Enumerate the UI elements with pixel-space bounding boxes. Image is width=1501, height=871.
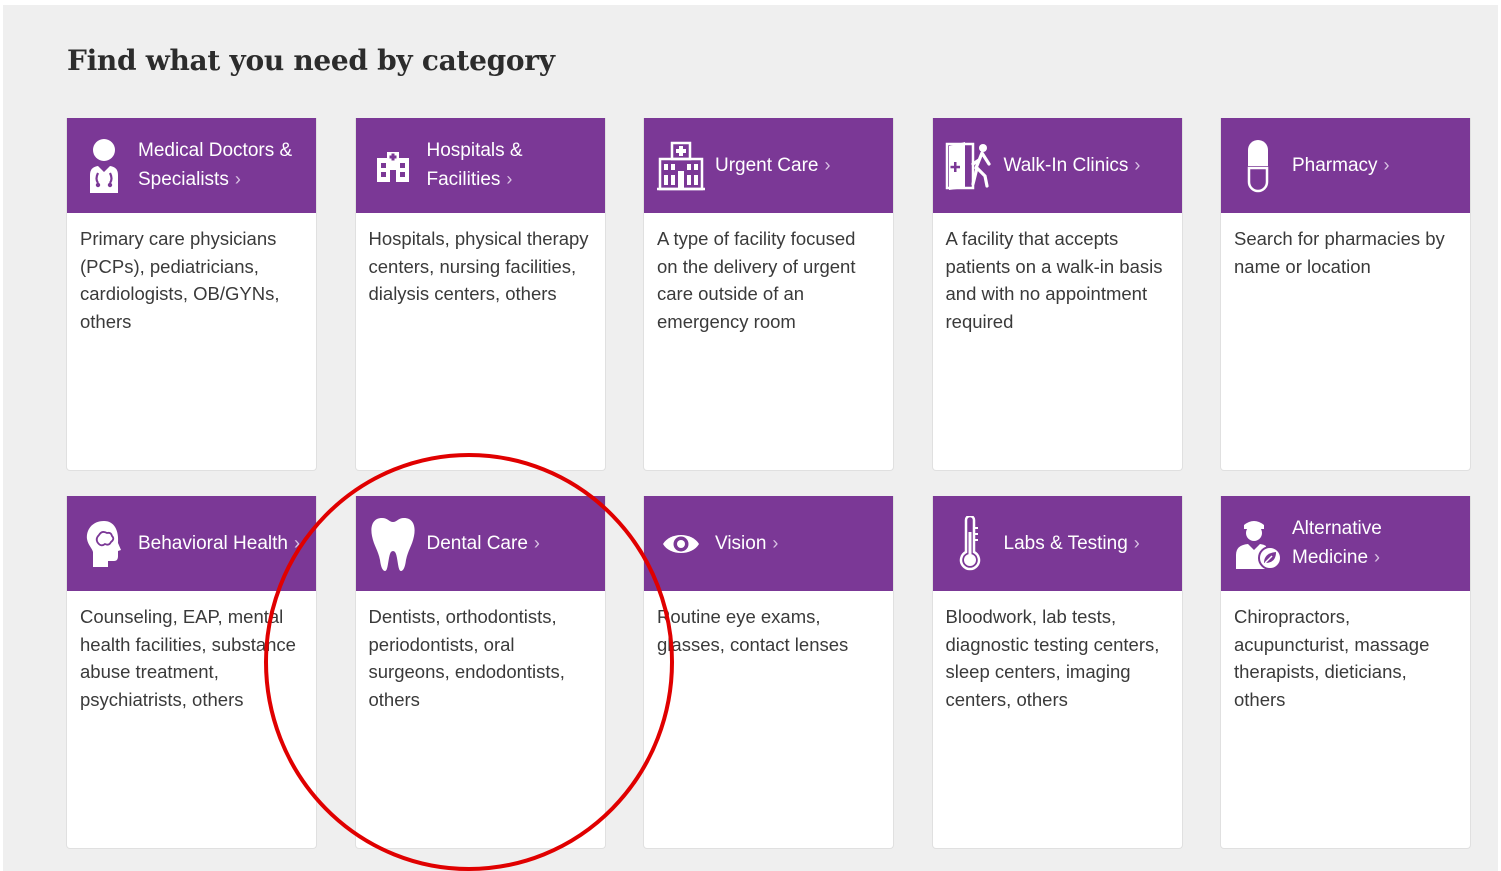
category-card-behavioral-health[interactable]: Behavioral Health › Counseling, EAP, ment…	[66, 496, 317, 849]
card-description: A type of facility focused on the delive…	[657, 228, 856, 332]
card-title[interactable]: Urgent Care ›	[715, 151, 831, 180]
tooth-icon	[368, 515, 418, 573]
card-description: Hospitals, physical therapy centers, nur…	[368, 228, 589, 304]
card-header[interactable]: Medical Doctors & Specialists ›	[67, 118, 316, 213]
chevron-right-icon: ›	[1133, 533, 1140, 553]
chevron-right-icon: ›	[533, 533, 540, 553]
card-header[interactable]: Labs & Testing ›	[932, 496, 1182, 591]
card-header[interactable]: Dental Care ›	[355, 496, 605, 591]
card-title[interactable]: Medical Doctors & Specialists ›	[138, 137, 306, 194]
card-description: Search for pharmacies by name or locatio…	[1234, 228, 1445, 277]
chevron-right-icon: ›	[293, 533, 300, 553]
category-card-urgent-care[interactable]: Urgent Care › A type of facility focused …	[643, 118, 894, 471]
card-title[interactable]: Behavioral Health ›	[138, 529, 300, 558]
card-description: Routine eye exams, glasses, contact lens…	[657, 606, 849, 655]
card-title[interactable]: Vision ›	[715, 529, 778, 558]
category-card-medical-doctors[interactable]: Medical Doctors & Specialists › Primary c…	[66, 118, 317, 471]
pill-capsule-icon	[1233, 137, 1283, 195]
hospital-building-icon	[368, 137, 418, 195]
urgent-care-building-icon	[656, 137, 706, 195]
card-header[interactable]: Vision ›	[644, 496, 893, 591]
chevron-right-icon: ›	[506, 169, 513, 189]
category-card-vision[interactable]: Vision › Routine eye exams, glasses, cont…	[643, 496, 894, 849]
card-title[interactable]: Pharmacy ›	[1292, 151, 1390, 180]
page-title: Find what you need by category	[67, 44, 555, 77]
card-header[interactable]: Alternative Medicine ›	[1221, 496, 1470, 591]
card-header[interactable]: Pharmacy ›	[1221, 118, 1470, 213]
card-header[interactable]: Behavioral Health ›	[67, 496, 316, 591]
card-header[interactable]: Hospitals & Facilities ›	[355, 118, 605, 213]
category-grid: Medical Doctors & Specialists › Primary c…	[66, 118, 1471, 849]
category-card-dental-care[interactable]: Dental Care › Dentists, orthodontists, pe…	[354, 496, 606, 849]
card-header[interactable]: Urgent Care ›	[644, 118, 893, 213]
card-description: Chiropractors, acupuncturist, massage th…	[1234, 606, 1430, 710]
chevron-right-icon: ›	[1383, 155, 1390, 175]
category-card-alternative-medicine[interactable]: Alternative Medicine › Chiropractors, acu…	[1220, 496, 1471, 849]
card-title[interactable]: Dental Care ›	[427, 529, 540, 558]
thermometer-icon	[945, 515, 995, 573]
card-title[interactable]: Hospitals & Facilities ›	[427, 137, 595, 194]
category-card-pharmacy[interactable]: Pharmacy › Search for pharmacies by name …	[1220, 118, 1471, 471]
doctor-icon	[79, 137, 129, 195]
chevron-right-icon: ›	[1374, 547, 1381, 567]
chevron-right-icon: ›	[234, 169, 241, 189]
walk-in-door-icon	[945, 137, 995, 195]
chevron-right-icon: ›	[772, 533, 779, 553]
card-description: A facility that accepts patients on a wa…	[945, 228, 1163, 332]
card-description: Bloodwork, lab tests, diagnostic testing…	[945, 606, 1160, 710]
category-card-hospitals[interactable]: Hospitals & Facilities › Hospitals, physi…	[354, 118, 606, 471]
category-card-labs-testing[interactable]: Labs & Testing › Bloodwork, lab tests, di…	[931, 496, 1183, 849]
practitioner-leaf-icon	[1233, 515, 1283, 573]
chevron-right-icon: ›	[824, 155, 831, 175]
card-description: Primary care physicians (PCPs), pediatri…	[80, 228, 280, 332]
card-description: Dentists, orthodontists, periodontists, …	[368, 606, 565, 710]
card-title[interactable]: Walk-In Clinics ›	[1004, 151, 1141, 180]
card-title[interactable]: Labs & Testing ›	[1004, 529, 1140, 558]
chevron-right-icon: ›	[1134, 155, 1141, 175]
card-description: Counseling, EAP, mental health facilitie…	[80, 606, 296, 710]
head-profile-icon	[79, 515, 129, 573]
card-title[interactable]: Alternative Medicine ›	[1292, 515, 1460, 572]
category-card-walk-in-clinics[interactable]: Walk-In Clinics › A facility that accepts…	[931, 118, 1183, 471]
card-header[interactable]: Walk-In Clinics ›	[932, 118, 1182, 213]
eye-icon	[656, 515, 706, 573]
